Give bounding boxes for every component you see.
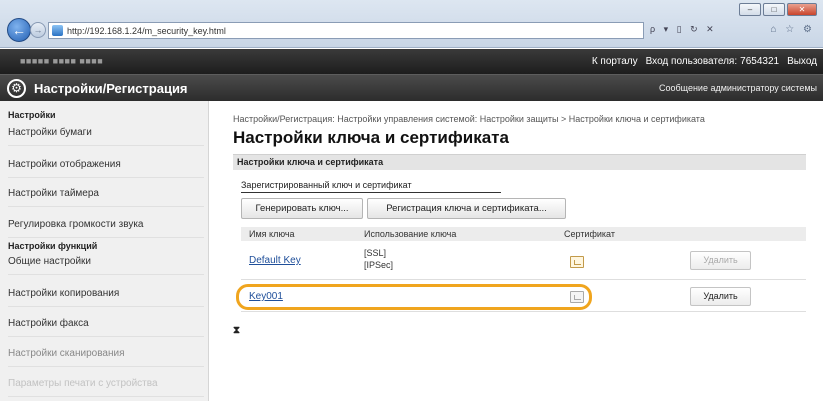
key-usage-ipsec: [IPSec] bbox=[364, 260, 394, 270]
sidebar-item-copy[interactable]: Настройки копирования bbox=[8, 281, 204, 307]
forward-arrow-icon[interactable]: → bbox=[30, 22, 46, 38]
register-key-certificate-button[interactable]: Регистрация ключа и сертификата... bbox=[367, 198, 566, 219]
window-controls: ‒ □ ✕ bbox=[739, 3, 817, 16]
url-text: http://192.168.1.24/m_security_key.html bbox=[67, 25, 226, 36]
table-header: Имя ключа Использование ключа Сертификат bbox=[241, 227, 806, 241]
sidebar-item-display[interactable]: Настройки отображения bbox=[8, 152, 204, 178]
address-tools-icons[interactable]: ρ ▾ ▯ ↻ ✕ bbox=[650, 24, 717, 35]
table-row: Default Key [SSL] [IPSec] Удалить bbox=[241, 242, 806, 280]
page-icon bbox=[52, 25, 63, 36]
sidebar-section-settings: Настройки bbox=[8, 110, 56, 120]
sidebar-item-scan[interactable]: Настройки сканирования bbox=[8, 341, 204, 367]
admin-message-link[interactable]: Сообщение администратору системы bbox=[659, 83, 817, 93]
portal-link[interactable]: К порталу bbox=[592, 56, 638, 67]
generate-key-button[interactable]: Генерировать ключ... bbox=[241, 198, 363, 219]
sidebar: Настройки Настройки бумаги Настройки ото… bbox=[0, 101, 209, 401]
login-user-label: Вход пользователя: bbox=[645, 56, 738, 67]
browser-chrome: ‒ □ ✕ ← → http://192.168.1.24/m_security… bbox=[0, 0, 823, 48]
column-certificate: Сертификат bbox=[564, 229, 615, 239]
key-usage-ssl: [SSL] bbox=[364, 248, 387, 258]
title-bar: ⚙ Настройки/Регистрация Сообщение админи… bbox=[0, 74, 823, 101]
minimize-button[interactable]: ‒ bbox=[739, 3, 761, 16]
page-section-title: Настройки/Регистрация bbox=[34, 81, 188, 96]
close-window-button[interactable]: ✕ bbox=[787, 3, 817, 16]
back-arrow-icon[interactable]: ← bbox=[7, 18, 31, 42]
delete-button-disabled: Удалить bbox=[690, 251, 751, 270]
section-header: Настройки ключа и сертификата bbox=[233, 154, 806, 170]
to-top-icon[interactable]: ⧗ bbox=[233, 325, 240, 336]
sidebar-item-paper[interactable]: Настройки бумаги bbox=[8, 120, 204, 146]
page-title: Настройки ключа и сертификата bbox=[233, 128, 509, 147]
sidebar-item-volume[interactable]: Регулировка громкости звука bbox=[8, 212, 204, 238]
address-bar[interactable]: http://192.168.1.24/m_security_key.html bbox=[48, 22, 644, 39]
key-name-link[interactable]: Default Key bbox=[249, 255, 301, 266]
column-key-name: Имя ключа bbox=[249, 229, 295, 239]
column-key-usage: Использование ключа bbox=[364, 229, 457, 239]
certificate-icon[interactable] bbox=[570, 256, 584, 268]
device-name: ■■■■■ ■■■■ ■■■■ bbox=[20, 56, 104, 66]
sidebar-item-timer[interactable]: Настройки таймера bbox=[8, 181, 204, 207]
settings-gear-icon: ⚙ bbox=[7, 79, 26, 98]
sidebar-item-common[interactable]: Общие настройки bbox=[8, 249, 204, 275]
maximize-button[interactable]: □ bbox=[763, 3, 785, 16]
device-top-bar: ■■■■■ ■■■■ ■■■■ К порталу Вход пользоват… bbox=[0, 49, 823, 74]
breadcrumb: Настройки/Регистрация: Настройки управле… bbox=[233, 114, 705, 124]
logout-link[interactable]: Выход bbox=[787, 56, 817, 67]
highlight-frame bbox=[236, 284, 592, 310]
sidebar-item-print-from-device[interactable]: Параметры печати с устройства bbox=[8, 371, 204, 397]
delete-button[interactable]: Удалить bbox=[690, 287, 751, 306]
subsection-title: Зарегистрированный ключ и сертификат bbox=[241, 180, 501, 193]
key-usage: [SSL] [IPSec] bbox=[364, 247, 393, 271]
sidebar-item-fax[interactable]: Настройки факса bbox=[8, 311, 204, 337]
home-favorites-settings-icons[interactable]: ⌂ ☆ ⚙ bbox=[770, 24, 815, 35]
login-user-value: 7654321 bbox=[740, 56, 780, 67]
